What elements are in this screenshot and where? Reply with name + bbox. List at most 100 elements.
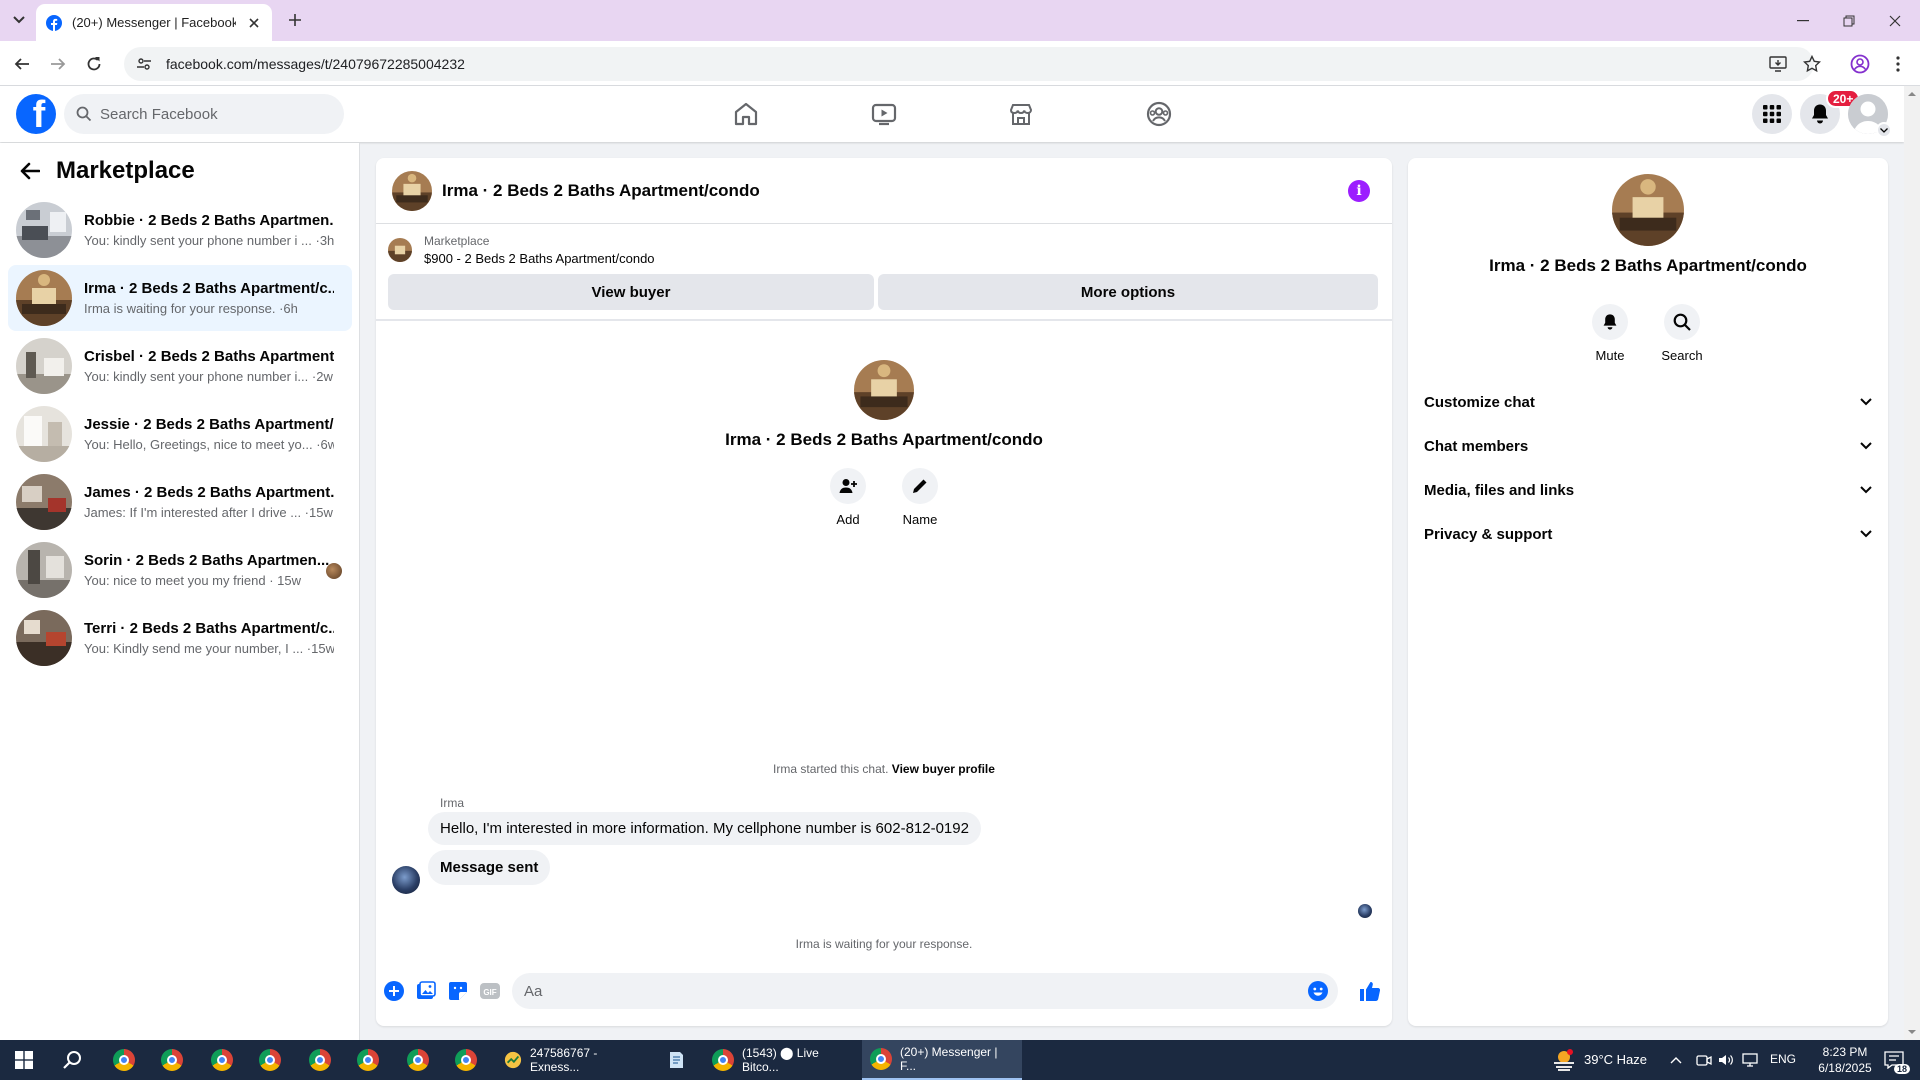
- attach-photo-button[interactable]: [414, 979, 438, 1003]
- search-in-chat-button[interactable]: Search: [1652, 304, 1712, 363]
- search-icon: [63, 1051, 81, 1069]
- media-files-links-section[interactable]: Media, files and links: [1424, 468, 1872, 512]
- like-button[interactable]: [1358, 979, 1382, 1003]
- browser-menu-button[interactable]: [1884, 50, 1912, 78]
- minimize-button[interactable]: [1780, 0, 1826, 41]
- emoji-button[interactable]: [1306, 979, 1330, 1003]
- restore-button[interactable]: [1826, 0, 1872, 41]
- address-bar[interactable]: facebook.com/messages/t/2407967228500423…: [124, 47, 1814, 81]
- meet-now-icon[interactable]: [1694, 1044, 1714, 1076]
- menu-button[interactable]: [1752, 94, 1792, 134]
- notification-count: 18: [1893, 1064, 1910, 1074]
- search-input[interactable]: [100, 105, 320, 123]
- facebook-logo-icon[interactable]: f: [16, 94, 56, 134]
- account-menu-chevron[interactable]: [1876, 122, 1892, 138]
- start-button[interactable]: [4, 1044, 44, 1076]
- weather-icon[interactable]: [1544, 1044, 1584, 1076]
- taskbar-chrome-icon[interactable]: [446, 1044, 486, 1076]
- sidebar-title: Marketplace: [56, 157, 195, 184]
- taskbar-chrome-icon[interactable]: [300, 1044, 340, 1076]
- view-buyer-profile-link[interactable]: View buyer profile: [892, 762, 995, 776]
- clock[interactable]: 8:23 PM 6/18/2025: [1810, 1044, 1880, 1076]
- sticker-button[interactable]: [446, 979, 470, 1003]
- volume-icon[interactable]: [1716, 1044, 1736, 1076]
- chat-members-section[interactable]: Chat members: [1424, 424, 1872, 468]
- page-scrollbar[interactable]: [1904, 86, 1920, 1040]
- back-button[interactable]: [8, 50, 36, 78]
- chat-title[interactable]: Irma · 2 Beds 2 Baths Apartment/condo: [442, 181, 760, 201]
- close-window-button[interactable]: [1872, 0, 1918, 41]
- taskbar-app-messenger[interactable]: (20+) Messenger | F...: [862, 1040, 1022, 1080]
- incoming-message-bubble[interactable]: Hello, I'm interested in more informatio…: [428, 812, 981, 845]
- facebook-search[interactable]: [64, 94, 344, 134]
- conversation-item[interactable]: Terri · 2 Beds 2 Baths Apartment/c... Yo…: [8, 605, 352, 671]
- taskbar-app-exness[interactable]: 247586767 - Exness...: [496, 1040, 646, 1080]
- taskbar-chrome-icon[interactable]: [202, 1044, 242, 1076]
- more-actions-button[interactable]: [382, 979, 406, 1003]
- view-buyer-button[interactable]: View buyer: [388, 274, 874, 310]
- edit-name-button[interactable]: Name: [890, 468, 950, 527]
- conversation-item[interactable]: Crisbel · 2 Beds 2 Baths Apartment... Yo…: [8, 333, 352, 399]
- message-input-wrapper[interactable]: [512, 973, 1338, 1009]
- taskbar-chrome-icon[interactable]: [398, 1044, 438, 1076]
- video-nav-button[interactable]: [866, 96, 902, 132]
- language-indicator[interactable]: ENG: [1770, 1052, 1796, 1066]
- conversation-item[interactable]: James · 2 Beds 2 Baths Apartment... Jame…: [8, 469, 352, 535]
- mute-button[interactable]: Mute: [1580, 304, 1640, 363]
- groups-nav-button[interactable]: [1141, 96, 1177, 132]
- back-arrow-icon[interactable]: [20, 162, 40, 180]
- forward-button[interactable]: [44, 50, 72, 78]
- add-people-button[interactable]: Add: [818, 468, 878, 527]
- taskbar-search-button[interactable]: [52, 1044, 92, 1076]
- conversation-item[interactable]: Robbie · 2 Beds 2 Baths Apartmen... You:…: [8, 197, 352, 263]
- taskbar-chrome-icon[interactable]: [104, 1044, 144, 1076]
- home-icon: [734, 102, 758, 126]
- site-settings-icon[interactable]: [136, 56, 152, 72]
- notification-center-button[interactable]: 18: [1874, 1044, 1914, 1076]
- marketplace-nav-button[interactable]: [1003, 96, 1039, 132]
- reload-button[interactable]: [80, 50, 108, 78]
- chat-details-pane: Irma · 2 Beds 2 Baths Apartment/condo Mu…: [1408, 158, 1888, 1026]
- taskbar-chrome-icon[interactable]: [152, 1044, 192, 1076]
- new-tab-button[interactable]: [282, 8, 308, 32]
- tab-search-button[interactable]: [6, 8, 32, 32]
- incoming-message-bubble[interactable]: Message sent: [428, 850, 551, 885]
- conversation-item[interactable]: Sorin · 2 Beds 2 Baths Apartmen... You: …: [8, 537, 352, 603]
- message-sender-name: Irma: [440, 796, 464, 810]
- tray-overflow-button[interactable]: [1664, 1044, 1688, 1076]
- restore-icon: [1843, 15, 1855, 26]
- groups-icon: [1146, 101, 1172, 127]
- home-nav-button[interactable]: [728, 96, 764, 132]
- gif-button[interactable]: GIF: [478, 979, 502, 1003]
- scroll-up-arrow-icon[interactable]: [1904, 88, 1920, 100]
- info-icon[interactable]: i: [1348, 180, 1370, 202]
- bookmark-button[interactable]: [1798, 50, 1826, 78]
- taskbar-notepad-icon[interactable]: [656, 1044, 696, 1076]
- apartment-photo-icon: [16, 542, 72, 598]
- message-input[interactable]: [524, 982, 1284, 1000]
- install-app-button[interactable]: [1764, 50, 1792, 78]
- scroll-down-arrow-icon[interactable]: [1904, 1026, 1920, 1038]
- taskbar-app-label: (1543) ⬤ Live Bitco...: [742, 1046, 819, 1074]
- sender-avatar[interactable]: [392, 866, 420, 894]
- chat-header[interactable]: Irma · 2 Beds 2 Baths Apartment/condo i: [376, 158, 1392, 224]
- conversation-name: Terri · 2 Beds 2 Baths Apartment/c...: [84, 620, 334, 637]
- taskbar-chrome-icon[interactable]: [348, 1044, 388, 1076]
- taskbar-chrome-icon[interactable]: [250, 1044, 290, 1076]
- listing-title[interactable]: $900 - 2 Beds 2 Baths Apartment/condo: [424, 251, 655, 266]
- profile-button[interactable]: [1846, 50, 1874, 78]
- conversation-item-active[interactable]: Irma · 2 Beds 2 Baths Apartment/c... Irm…: [8, 265, 352, 331]
- network-icon[interactable]: [1740, 1044, 1760, 1076]
- taskbar-app-bitcoin[interactable]: (1543) ⬤ Live Bitco...: [704, 1040, 854, 1080]
- customize-chat-section[interactable]: Customize chat: [1424, 380, 1872, 424]
- privacy-support-section[interactable]: Privacy & support: [1424, 512, 1872, 556]
- more-options-button[interactable]: More options: [878, 274, 1378, 310]
- tab-close-button[interactable]: [246, 15, 262, 31]
- chat-header-avatar[interactable]: [392, 170, 432, 211]
- conversation-item[interactable]: Jessie · 2 Beds 2 Baths Apartment/... Yo…: [8, 401, 352, 467]
- svg-text:GIF: GIF: [483, 988, 496, 997]
- weather-text[interactable]: 39°C Haze: [1584, 1052, 1647, 1067]
- clock-time: 8:23 PM: [1822, 1045, 1868, 1059]
- details-avatar[interactable]: [1612, 174, 1684, 246]
- browser-tab-messenger[interactable]: (20+) Messenger | Facebook: [36, 4, 272, 41]
